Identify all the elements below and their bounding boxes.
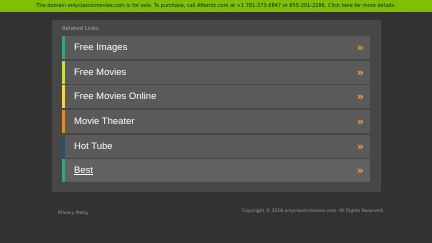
accent-bar [62, 134, 65, 158]
link-free-movies-online[interactable]: Free Movies Online » [62, 85, 370, 109]
related-links-panel: Related Links Free Images » Free Movies … [52, 20, 381, 192]
copyright-text: Copyright © 2018 onlyclassicmovies.com. … [242, 209, 384, 214]
chevron-right-icon: » [356, 90, 364, 104]
accent-bar [62, 110, 65, 134]
privacy-policy-link[interactable]: Privacy Policy [58, 211, 89, 216]
chevron-right-icon: » [356, 139, 364, 153]
link-label: Movie Theater [74, 116, 135, 128]
accent-bar [62, 159, 65, 183]
link-hot-tube[interactable]: Hot Tube » [62, 134, 370, 158]
link-label: Free Movies [74, 66, 127, 78]
related-links-list: Free Images » Free Movies » Free Movies … [62, 36, 370, 184]
link-movie-theater[interactable]: Movie Theater » [62, 110, 370, 134]
chevron-right-icon: » [356, 41, 364, 54]
chevron-right-icon: » [356, 115, 364, 129]
link-free-movies[interactable]: Free Movies » [62, 60, 370, 84]
link-best[interactable]: Best » [62, 159, 370, 183]
chevron-right-icon: » [356, 164, 364, 178]
link-label: Free Movies Online [74, 91, 157, 103]
link-label: Best [74, 165, 94, 177]
chevron-right-icon: » [356, 65, 364, 79]
domain-sale-banner[interactable]: The domain onlyclassicmovies.com is for … [0, 0, 432, 12]
accent-bar [62, 85, 65, 109]
link-free-images[interactable]: Free Images » [62, 36, 370, 59]
accent-bar [62, 60, 65, 84]
panel-title: Related Links [62, 26, 99, 32]
link-label: Hot Tube [74, 140, 113, 152]
accent-bar [62, 36, 65, 59]
link-label: Free Images [74, 42, 128, 53]
